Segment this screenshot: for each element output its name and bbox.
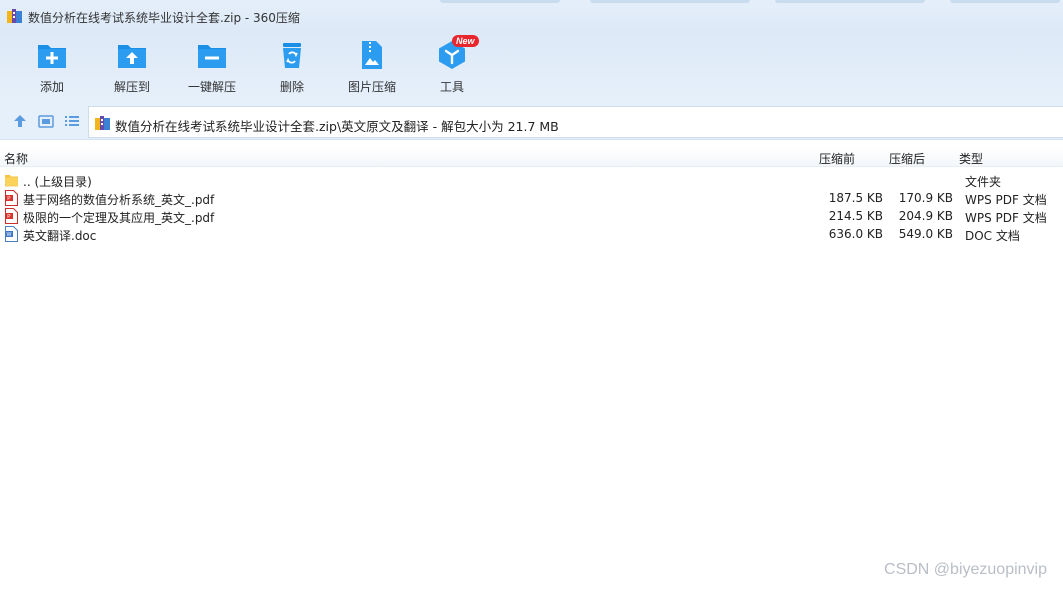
title-decoration xyxy=(950,0,1060,3)
list-item[interactable]: W 英文翻译.doc 636.0 KB 549.0 KB DOC 文档 xyxy=(0,225,1063,243)
add-button[interactable]: 添加 xyxy=(20,38,84,98)
column-size-after[interactable]: 压缩后 xyxy=(889,150,925,167)
image-compress-icon xyxy=(362,41,382,69)
up-arrow-icon[interactable] xyxy=(11,113,29,129)
list-item[interactable]: P 极限的一个定理及其应用_英文_.pdf 214.5 KB 204.9 KB … xyxy=(0,207,1063,225)
one-click-extract-icon xyxy=(198,45,226,68)
window-title: 数值分析在线考试系统毕业设计全套.zip - 360压缩 xyxy=(28,11,300,25)
extract-to-label: 解压到 xyxy=(113,80,150,94)
title-decoration xyxy=(440,0,560,3)
image-compress-label: 图片压缩 xyxy=(347,80,396,94)
column-type[interactable]: 类型 xyxy=(959,150,983,167)
add-folder-icon xyxy=(38,45,66,68)
extract-to-button[interactable]: 解压到 xyxy=(100,38,164,98)
title-bar: 数值分析在线考试系统毕业设计全套.zip - 360压缩 xyxy=(0,0,1063,32)
title-decoration xyxy=(590,0,750,3)
list-item-parent-folder[interactable]: .. (上级目录) 文件夹 xyxy=(0,171,1063,189)
pdf-file-icon: P xyxy=(5,208,18,224)
list-view-icon[interactable] xyxy=(63,113,81,129)
file-size-before: 187.5 KB xyxy=(828,191,883,205)
new-badge: New xyxy=(452,35,479,47)
navigation-bar: 数值分析在线考试系统毕业设计全套.zip\英文原文及翻译 - 解包大小为 21.… xyxy=(0,104,1063,140)
file-type: WPS PDF 文档 xyxy=(965,193,1047,207)
column-header: 名称 压缩前 压缩后 类型 xyxy=(0,147,1063,167)
zip-app-icon xyxy=(7,9,22,23)
image-compress-button[interactable]: 图片压缩 xyxy=(340,38,404,98)
add-label: 添加 xyxy=(39,80,64,94)
toolbar: 添加 解压到 一键解压 删除 图片压缩 New 工具 xyxy=(0,32,1063,104)
file-name: 极限的一个定理及其应用_英文_.pdf xyxy=(23,211,215,225)
folder-icon xyxy=(5,175,18,187)
list-item[interactable]: P 基于网络的数值分析系统_英文_.pdf 187.5 KB 170.9 KB … xyxy=(0,189,1063,207)
file-name: 基于网络的数值分析系统_英文_.pdf xyxy=(23,193,215,207)
file-size-before: 214.5 KB xyxy=(828,209,883,223)
column-name[interactable]: 名称 xyxy=(4,150,28,167)
delete-button[interactable]: 删除 xyxy=(260,38,324,98)
watermark: CSDN @biyezuopinvip xyxy=(884,561,1047,578)
pdf-file-icon: P xyxy=(5,190,18,206)
doc-file-icon: W xyxy=(5,226,18,242)
tools-button[interactable]: New 工具 xyxy=(420,35,484,98)
title-decoration xyxy=(775,0,925,3)
file-size-after: 170.9 KB xyxy=(898,191,953,205)
path-bar[interactable]: 数值分析在线考试系统毕业设计全套.zip\英文原文及翻译 - 解包大小为 21.… xyxy=(88,106,1063,138)
one-click-extract-label: 一键解压 xyxy=(187,80,236,94)
thumbnail-view-icon[interactable] xyxy=(37,113,55,129)
file-name: .. (上级目录) xyxy=(23,175,92,189)
file-type: 文件夹 xyxy=(965,175,1002,189)
zip-archive-icon xyxy=(95,116,110,130)
column-size-before[interactable]: 压缩前 xyxy=(819,150,855,167)
extract-to-icon xyxy=(118,45,146,68)
delete-label: 删除 xyxy=(279,80,304,94)
tools-label: 工具 xyxy=(439,80,464,94)
file-size-after: 549.0 KB xyxy=(898,227,953,241)
one-click-extract-button[interactable]: 一键解压 xyxy=(180,38,244,98)
svg-text:W: W xyxy=(7,232,12,238)
file-type: WPS PDF 文档 xyxy=(965,211,1047,225)
file-size-after: 204.9 KB xyxy=(898,209,953,223)
current-path: 数值分析在线考试系统毕业设计全套.zip\英文原文及翻译 - 解包大小为 21.… xyxy=(115,119,559,134)
file-type: DOC 文档 xyxy=(965,229,1020,243)
file-size-before: 636.0 KB xyxy=(828,227,883,241)
recycle-bin-icon xyxy=(283,43,301,68)
file-name: 英文翻译.doc xyxy=(23,229,97,243)
